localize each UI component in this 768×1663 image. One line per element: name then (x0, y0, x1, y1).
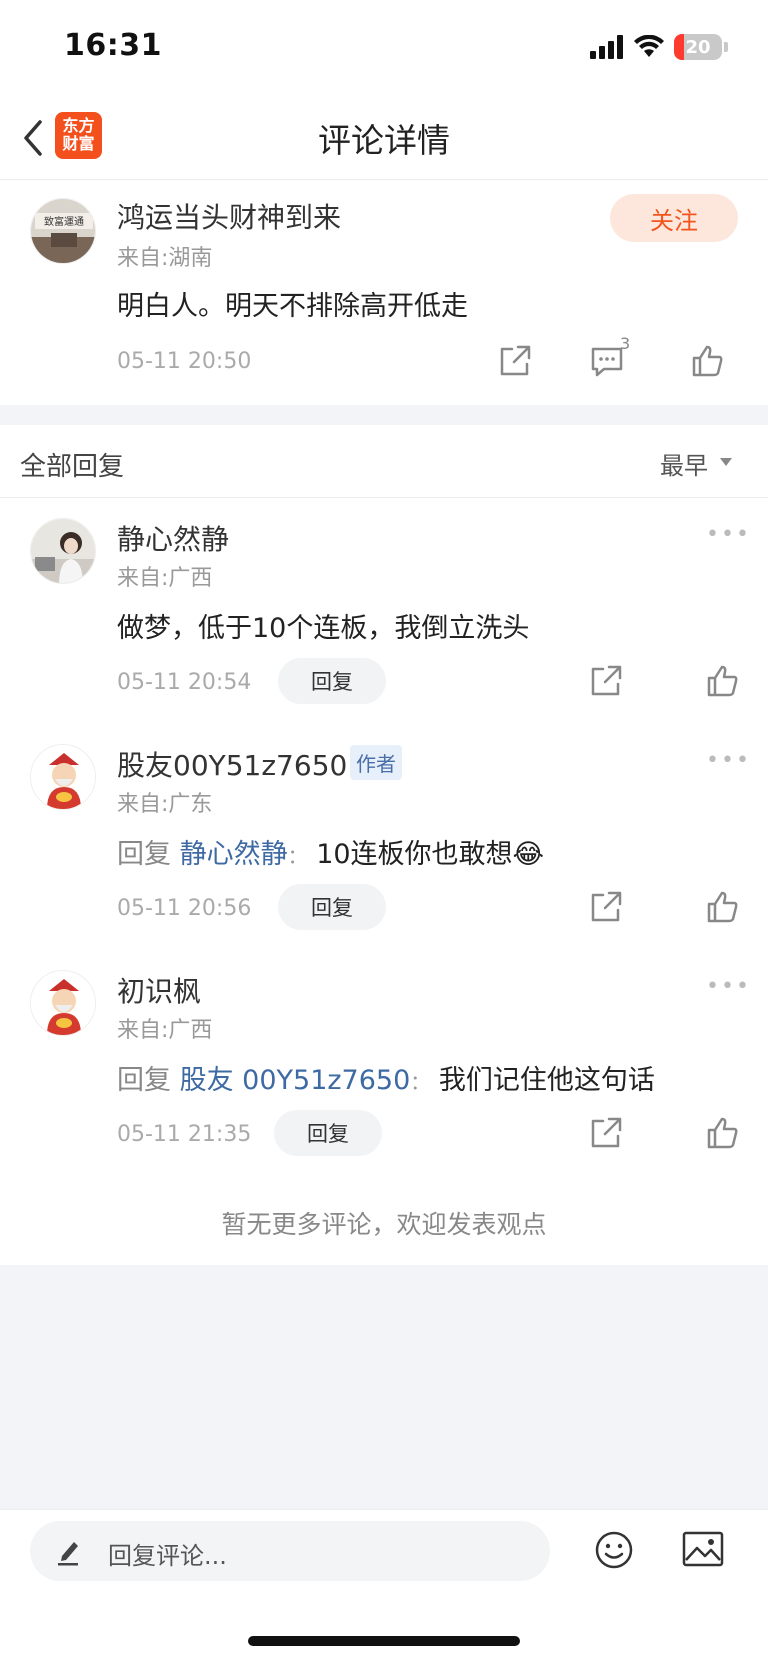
reply-username[interactable]: 股友00Y51z7650 (117, 744, 347, 784)
reply-username[interactable]: 静心然静 (117, 518, 229, 558)
battery-level: 20 (685, 36, 711, 58)
battery-icon: 20 (674, 34, 722, 60)
share-icon[interactable] (589, 1116, 623, 1150)
main-comment-text: 明白人。明天不排除高开低走 (117, 291, 468, 322)
reply-username[interactable]: 初识枫 (117, 970, 201, 1010)
like-icon[interactable] (705, 890, 739, 924)
avatar[interactable]: 致富運通 (30, 198, 96, 264)
reply-text: 做梦，低于10个连板，我倒立洗头 (117, 613, 530, 644)
status-icons: 20 (590, 34, 728, 60)
like-icon[interactable] (705, 1116, 739, 1150)
reply-location: 来自:广西 (117, 1018, 213, 1043)
reply-target-link[interactable]: 股友 00Y51z7650 (180, 1065, 411, 1096)
caret-down-icon[interactable] (720, 458, 732, 466)
battery-nub (724, 42, 728, 52)
reply-button[interactable]: 回复 (274, 1110, 382, 1156)
avatar[interactable] (30, 518, 96, 584)
section-divider (0, 405, 768, 425)
reply-target-link[interactable]: 静心然静 (180, 839, 288, 870)
follow-button[interactable]: 关注 (610, 194, 738, 242)
reply-time: 05-11 21:35 (117, 1122, 252, 1147)
like-icon[interactable] (705, 664, 739, 698)
empty-area (0, 1265, 768, 1509)
reply-location: 来自:广东 (117, 792, 213, 817)
emoji-icon[interactable] (594, 1530, 634, 1570)
reply-button[interactable]: 回复 (278, 884, 386, 930)
reply-input-placeholder[interactable]: 回复评论... (108, 1536, 227, 1571)
avatar[interactable] (30, 744, 96, 810)
comment-icon[interactable] (590, 344, 624, 378)
main-comment-username[interactable]: 鸿运当头财神到来 (117, 196, 341, 236)
page-title: 评论详情 (318, 121, 450, 160)
pencil-icon (58, 1542, 78, 1566)
reply-count: 3 (620, 334, 631, 353)
share-icon[interactable] (589, 664, 623, 698)
reply-colon: ： (410, 1070, 431, 1094)
sort-dropdown[interactable]: 最早 (660, 446, 708, 481)
more-icon[interactable]: ••• (706, 748, 751, 773)
cellular-signal-icon (590, 35, 623, 59)
reply-line: 回复 股友 00Y51z7650： 我们记住他这句话 (117, 1058, 655, 1097)
svg-text:致富運通: 致富運通 (44, 215, 84, 228)
share-icon[interactable] (498, 344, 532, 378)
no-more-comments: 暂无更多评论，欢迎发表观点 (221, 1210, 547, 1239)
more-icon[interactable]: ••• (706, 522, 751, 547)
reply-location: 来自:广西 (117, 566, 213, 591)
author-badge: 作者 (350, 745, 402, 780)
wifi-icon (634, 35, 664, 57)
replies-section-title: 全部回复 (20, 452, 125, 482)
status-time: 16:31 (64, 28, 162, 63)
reply-colon: ： (287, 844, 308, 868)
main-comment-time: 05-11 20:50 (117, 349, 252, 374)
reply-button[interactable]: 回复 (278, 658, 386, 704)
reply-prefix: 回复 (117, 839, 171, 870)
image-icon[interactable] (682, 1530, 724, 1568)
reply-text: 我们记住他这句话 (438, 1065, 655, 1096)
reply-time: 05-11 20:56 (117, 896, 252, 921)
main-comment-location: 来自:湖南 (117, 246, 213, 271)
reply-line: 回复 静心然静： 10连板你也敢想😂 (117, 832, 544, 871)
home-indicator (248, 1636, 520, 1646)
reply-text: 10连板你也敢想😂 (316, 839, 545, 870)
reply-prefix: 回复 (117, 1065, 171, 1096)
reply-time: 05-11 20:54 (117, 670, 252, 695)
avatar[interactable] (30, 970, 96, 1036)
more-icon[interactable]: ••• (706, 974, 751, 999)
like-icon[interactable] (690, 344, 724, 378)
share-icon[interactable] (589, 890, 623, 924)
header-divider (0, 497, 768, 498)
nav-bar: 东方 财富 评论详情 (0, 94, 768, 180)
